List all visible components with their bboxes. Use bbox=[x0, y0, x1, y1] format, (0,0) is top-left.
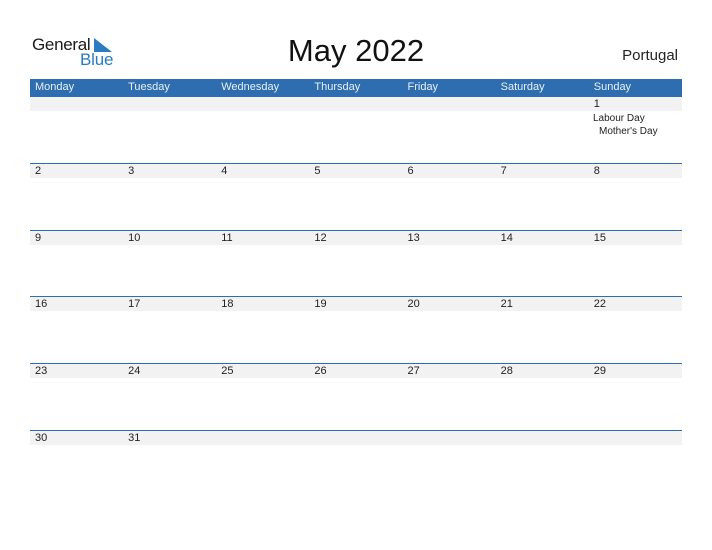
day-cell bbox=[403, 431, 496, 445]
weekday-wednesday: Wednesday bbox=[221, 81, 280, 93]
week-row: 9 10 11 12 13 14 15 bbox=[30, 229, 682, 297]
holiday-mothers-day: Mother's Day bbox=[599, 126, 658, 137]
day-cell bbox=[589, 431, 682, 445]
day-cell: 11 bbox=[221, 231, 233, 244]
day-cell: 23 bbox=[35, 365, 48, 378]
day-cell: 6 bbox=[407, 164, 414, 177]
holiday-list: Labour Day Mother's Day bbox=[593, 112, 658, 138]
day-cell: 3 bbox=[128, 164, 135, 177]
weekday-friday: Friday bbox=[407, 81, 439, 93]
day-cell: 4 bbox=[221, 164, 228, 177]
day-cell: 16 bbox=[35, 298, 48, 311]
day-cell: 30 bbox=[35, 431, 48, 444]
day-cell: 21 bbox=[500, 298, 513, 311]
day-cell: 20 bbox=[407, 298, 420, 311]
weekday-header: Monday Tuesday Wednesday Thursday Friday… bbox=[30, 79, 682, 96]
day-cell: 2 bbox=[35, 164, 42, 177]
week-row: 2 3 4 5 6 7 8 bbox=[30, 162, 682, 230]
day-cell: 22 bbox=[593, 298, 606, 311]
day-cell: 8 bbox=[593, 164, 600, 177]
day-cell: 28 bbox=[500, 365, 513, 378]
calendar-title: May 2022 bbox=[287, 33, 425, 68]
day-cell: 19 bbox=[314, 298, 327, 311]
day-cell: 17 bbox=[128, 298, 141, 311]
day-cell: 18 bbox=[221, 298, 234, 311]
day-cell: 25 bbox=[221, 365, 234, 378]
day-cell bbox=[123, 97, 216, 111]
day-cell: 13 bbox=[407, 231, 420, 244]
holiday-labour-day: Labour Day bbox=[593, 113, 645, 124]
day-cell: 7 bbox=[500, 164, 507, 177]
weekday-monday: Monday bbox=[35, 81, 75, 93]
calendar-grid: Monday Tuesday Wednesday Thursday Friday… bbox=[30, 79, 682, 497]
week-row: 16 17 18 19 20 21 22 bbox=[30, 296, 682, 363]
day-cell bbox=[309, 431, 402, 445]
weekday-tuesday: Tuesday bbox=[128, 81, 170, 93]
day-cell: 5 bbox=[314, 164, 321, 177]
day-cell: 10 bbox=[128, 231, 141, 244]
day-cell bbox=[403, 97, 496, 111]
day-cell: 27 bbox=[407, 365, 420, 378]
day-cell bbox=[496, 97, 589, 111]
day-cell: 31 bbox=[128, 431, 141, 444]
country-label: Portugal bbox=[622, 47, 678, 64]
day-cell: 15 bbox=[593, 231, 606, 244]
day-cell: 1 bbox=[593, 98, 600, 110]
day-cell: 29 bbox=[593, 365, 606, 378]
week-row: 23 24 25 26 27 28 29 bbox=[30, 363, 682, 430]
day-cell bbox=[309, 97, 402, 111]
day-cell bbox=[216, 431, 309, 445]
day-cell bbox=[216, 97, 309, 111]
day-cell: 26 bbox=[314, 365, 327, 378]
day-cell bbox=[496, 431, 589, 445]
weekday-thursday: Thursday bbox=[314, 81, 361, 93]
weekday-sunday: Sunday bbox=[593, 81, 632, 93]
day-cell: 12 bbox=[314, 231, 327, 244]
weekday-saturday: Saturday bbox=[500, 81, 545, 93]
day-cell: 24 bbox=[128, 365, 141, 378]
day-cell: 9 bbox=[35, 231, 42, 244]
week-row: 30 31 bbox=[30, 429, 682, 497]
day-cell bbox=[30, 97, 123, 111]
week-row: 1 Labour Day Mother's Day bbox=[30, 96, 682, 163]
day-cell: 14 bbox=[500, 231, 513, 244]
